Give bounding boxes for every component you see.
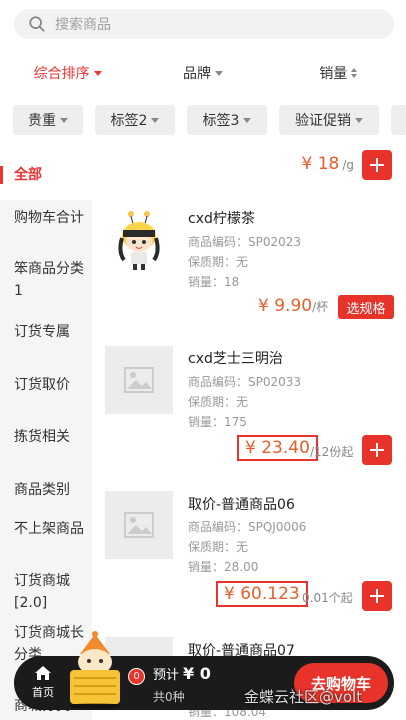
sort-sales[interactable]: 销量 [271,56,406,90]
sort-brand[interactable]: 品牌 [135,56,270,90]
home-label: 首页 [32,686,54,699]
home-button[interactable]: 首页 [28,665,58,700]
add-to-cart-button[interactable] [362,581,392,611]
watermark-text: 金蝶云社区@volt [244,688,363,706]
category-item[interactable]: 购物车合计 [0,207,92,229]
category-item[interactable]: 商品类别 [0,479,92,501]
tag-label: 贵重 [28,113,56,129]
image-placeholder-icon [124,367,154,393]
product-name[interactable]: cxd芝士三明治 [188,348,283,368]
product-shelf-life: 保质期：无 [188,395,249,409]
price-highlighted: ¥ 60.123 [216,581,308,607]
caret-down-icon [243,117,252,123]
product-code: 商品编码：SP02033 [188,375,302,389]
price-highlighted: ¥ 23.40 [237,435,318,461]
product-list: ¥ 18/g cxd柠檬茶 商品编码：SP02023 保质期：无 销量：18 ¥… [92,150,406,720]
tag-filter-promo[interactable]: 验证促销 [279,105,379,135]
product-name[interactable]: 取价-普通商品06 [188,494,295,514]
cart-count-badge: 0 [128,668,145,685]
product-image-placeholder[interactable] [105,346,173,414]
product-sales: 销量：175 [188,415,247,429]
caret-down-icon [214,70,223,76]
product-meta: 商品编码：SP02023 保质期：无 销量：18 [188,232,301,292]
price: ¥ 9.90/杯 [258,296,328,316]
sort-label: 品牌 [182,66,211,82]
price: ¥ 18/g [301,154,354,174]
tag-filter-tag2[interactable]: 标签2 [95,105,175,135]
price-unit: /12份起 [310,445,354,459]
estimate-value: ¥ 0 [183,664,211,683]
sort-label: 销量 [319,66,348,82]
product-image[interactable] [105,206,173,274]
category-item[interactable]: 订货商城[2.0] [0,570,92,614]
image-placeholder-icon [124,512,154,538]
caret-down-icon [60,117,68,123]
product-shelf-life: 保质期：无 [188,255,249,269]
cart-mascot-icon[interactable] [62,630,128,710]
category-item[interactable]: 订货专属 [0,321,92,343]
sort-updown-icon [351,68,358,78]
price-value: ¥ 18 [301,154,340,174]
add-to-cart-button[interactable] [362,150,392,180]
tag-filter-tag3[interactable]: 标签3 [187,105,267,135]
caret-down-icon [151,117,160,123]
category-item[interactable]: 不上架商品 [0,518,92,540]
add-to-cart-button[interactable] [362,435,392,465]
product-sales: 销量：28.00 [188,560,259,574]
caret-down-icon [93,70,102,76]
search-icon [29,16,45,32]
sort-bar: 综合排序 品牌 销量 [0,56,406,90]
girl-avatar-image [118,211,160,270]
product-code: 商品编码：SP02023 [188,235,302,249]
product-code: 商品编码：SPQJ0006 [188,520,307,534]
sort-label: 综合排序 [33,66,90,82]
tag-filter-bar: 贵重 标签2 标签3 验证促销 [13,105,406,135]
tag-filter-valuable[interactable]: 贵重 [13,105,83,135]
product-name[interactable]: cxd柠檬茶 [188,208,255,228]
price-unit: /杯 [312,300,329,314]
price-value: ¥ 9.90 [258,296,313,316]
category-item[interactable]: 拣货相关 [0,426,92,448]
caret-down-icon [355,117,363,123]
category-item-all[interactable]: 全部 [0,150,92,200]
product-meta: 商品编码：SP02033 保质期：无 销量：175 [188,372,301,432]
price-unit: /g [342,158,354,172]
search-input[interactable]: 搜索商品 [55,14,111,34]
product-image-placeholder[interactable] [105,491,173,559]
search-bar[interactable]: 搜索商品 [14,9,394,39]
product-shelf-life: 保质期：无 [188,540,249,554]
tag-label: 标签3 [202,113,240,129]
tag-label: 标签2 [110,113,148,129]
category-item[interactable]: 笨商品分类1 [0,258,92,302]
home-icon [35,666,51,680]
estimate-label: 预计 [153,668,180,683]
tag-filter-more[interactable] [391,105,406,135]
product-sales: 销量：18 [188,275,240,289]
product-meta: 商品编码：SPQJ0006 保质期：无 销量：28.00 [188,517,306,577]
cart-total-kinds: 共0种 [153,690,185,704]
sort-comprehensive[interactable]: 综合排序 [0,56,135,90]
category-item[interactable]: 订货取价 [0,374,92,396]
tag-label: 验证促销 [295,113,351,129]
price-unit: 0.01个起 [302,591,353,605]
select-spec-button[interactable]: 选规格 [338,295,394,319]
estimate: 预计 ¥ 0 [153,664,211,683]
